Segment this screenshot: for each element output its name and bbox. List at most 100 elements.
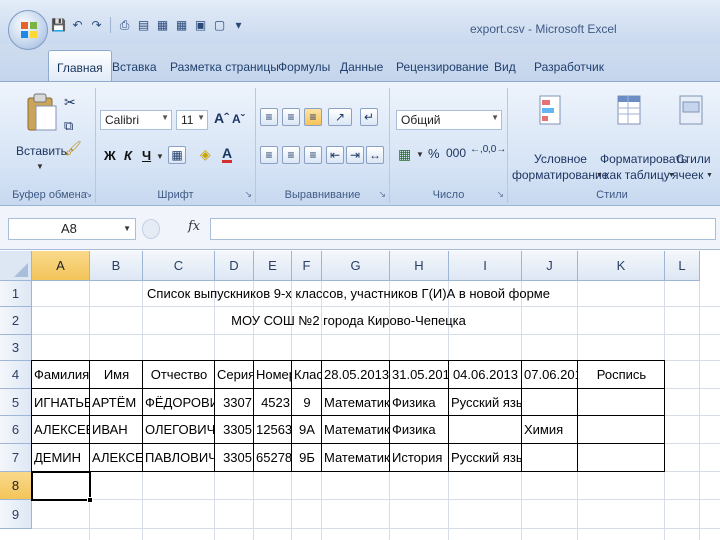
tab-data[interactable]: Данные [334, 56, 389, 78]
table-cell[interactable] [578, 416, 665, 444]
grid-icon[interactable]: ▦ [154, 17, 171, 34]
cell-styles-label1[interactable]: Стили [676, 152, 711, 166]
currency-dropdown-icon[interactable]: ▼ [416, 150, 424, 159]
borders-icon[interactable]: ▦ [168, 146, 186, 164]
table-cell[interactable]: 9Б [292, 444, 322, 472]
paste-special-icon[interactable]: ▣ [192, 17, 209, 34]
header-cell[interactable]: 04.06.2013 [449, 361, 522, 389]
column-header-h[interactable]: H [390, 251, 449, 281]
table-cell[interactable]: Химия [522, 416, 578, 444]
wrap-text-icon[interactable]: ↵ [360, 108, 378, 126]
select-all-button[interactable] [0, 251, 32, 281]
header-cell[interactable]: Отчество [143, 361, 215, 389]
chevron-down-icon[interactable]: ▼ [596, 172, 603, 179]
table-cell[interactable]: АЛЕКСЕЙ [90, 444, 143, 472]
table-cell[interactable]: 3305 [215, 444, 254, 472]
increase-indent-icon[interactable]: ⇥ [346, 146, 364, 164]
copy-icon[interactable]: ⧉ [64, 118, 73, 134]
format-as-table-icon[interactable] [616, 94, 644, 128]
orientation-icon[interactable]: ↗ [328, 108, 352, 126]
table-cell[interactable]: ДЕМИН [32, 444, 90, 472]
table-cell[interactable] [578, 389, 665, 416]
font-color-icon[interactable]: A [222, 146, 233, 163]
tab-page-layout[interactable]: Разметка страницы [164, 56, 285, 78]
conditional-formatting-label2[interactable]: форматирование [512, 168, 608, 182]
table-cell[interactable]: Математика [322, 444, 390, 472]
row-header-9[interactable]: 9 [0, 500, 32, 529]
cell-styles-icon[interactable] [678, 94, 706, 128]
column-header-b[interactable]: B [90, 251, 143, 281]
align-middle-icon[interactable]: ≡ [282, 108, 300, 126]
table-cell[interactable]: 9А [292, 416, 322, 444]
tab-home[interactable]: Главная [48, 50, 112, 82]
decrease-indent-icon[interactable]: ⇤ [326, 146, 344, 164]
row-header-6[interactable]: 6 [0, 416, 32, 444]
tab-developer[interactable]: Разработчик [528, 56, 610, 78]
cut-icon[interactable]: ✂ [64, 94, 76, 111]
header-cell[interactable]: Имя [90, 361, 143, 389]
table-cell[interactable]: 3305 [215, 416, 254, 444]
align-top-icon[interactable]: ≡ [260, 108, 278, 126]
row-header-3[interactable]: 3 [0, 335, 32, 361]
table-cell[interactable]: 4523 [254, 389, 292, 416]
chevron-down-icon[interactable]: ▼ [706, 172, 713, 179]
column-header-i[interactable]: I [449, 251, 522, 281]
worksheet-grid[interactable]: ABCDEFGHIJKL 123456789 Список выпускнико… [0, 251, 720, 540]
table-cell[interactable]: ПАВЛОВИЧ [143, 444, 215, 472]
table-cell[interactable]: Физика [390, 416, 449, 444]
row-header-7[interactable]: 7 [0, 444, 32, 472]
header-cell[interactable]: Фамилия [32, 361, 90, 389]
header-cell[interactable]: Роспись [578, 361, 665, 389]
column-header-g[interactable]: G [322, 251, 390, 281]
format-as-table-label1[interactable]: Форматировать [600, 152, 687, 166]
table-cell[interactable]: АРТЁМ [90, 389, 143, 416]
paste-button-label[interactable]: Вставить [16, 144, 67, 158]
currency-format-icon[interactable]: ▦ [398, 146, 411, 163]
table-cell[interactable]: 9 [292, 389, 322, 416]
header-cell[interactable]: Класс [292, 361, 322, 389]
table-cell[interactable]: ИГНАТЬЕВ [32, 389, 90, 416]
print-icon[interactable]: ▤ [135, 17, 152, 34]
table-cell[interactable]: АЛЕКСЕЕВ [32, 416, 90, 444]
dialog-launcher-icon[interactable]: ↘ [244, 189, 252, 200]
italic-button[interactable]: К [124, 148, 132, 163]
insert-function-button[interactable]: fx [188, 219, 200, 234]
print-preview-icon[interactable]: ⎙ [116, 17, 133, 34]
header-cell[interactable]: 07.06.2013 [522, 361, 578, 389]
comma-style-button[interactable]: 000 [446, 146, 466, 160]
column-header-a[interactable]: A [32, 251, 90, 281]
open-icon[interactable]: ▢ [211, 17, 228, 34]
number-format-select[interactable]: Общий ▼ [396, 110, 502, 130]
table-cell[interactable]: 3307 [215, 389, 254, 416]
format-as-table-label2[interactable]: как таблицу [604, 168, 670, 182]
underline-dropdown-icon[interactable]: ▼ [156, 152, 164, 161]
table-cell[interactable]: Физика [390, 389, 449, 416]
title-cell-line1[interactable]: Список выпускников 9-х классов, участник… [32, 281, 665, 307]
redo-icon[interactable]: ↷ [88, 17, 105, 34]
dialog-launcher-icon[interactable]: ↘ [378, 189, 386, 200]
row-header-4[interactable]: 4 [0, 361, 32, 389]
column-header-l[interactable]: L [665, 251, 700, 281]
column-header-e[interactable]: E [254, 251, 292, 281]
table-cell[interactable] [578, 444, 665, 472]
tab-formulas[interactable]: Формулы [272, 56, 336, 78]
merge-center-icon[interactable]: ↔ [366, 146, 384, 164]
header-cell[interactable]: 31.05.2013 [390, 361, 449, 389]
header-cell[interactable]: Номер [254, 361, 292, 389]
column-header-d[interactable]: D [215, 251, 254, 281]
grow-font-icon[interactable]: Aˆ [214, 110, 229, 126]
decrease-decimal-icon[interactable]: ,0→ [488, 144, 506, 155]
table-cell[interactable]: История [390, 444, 449, 472]
tab-insert[interactable]: Вставка [106, 56, 163, 78]
name-box[interactable]: A8 ▼ [8, 218, 136, 240]
underline-button[interactable]: Ч [142, 148, 151, 163]
row-header-5[interactable]: 5 [0, 389, 32, 416]
conditional-formatting-icon[interactable] [538, 94, 566, 128]
title-cell-line2[interactable]: МОУ СОШ №2 города Кирово-Чепецка [32, 307, 665, 335]
align-left-icon[interactable]: ≡ [260, 146, 278, 164]
save-icon[interactable]: 💾 [50, 17, 67, 34]
table-cell[interactable]: Математика [322, 389, 390, 416]
font-name-select[interactable]: Calibri ▼ [100, 110, 172, 130]
table-cell[interactable]: 652781 [254, 444, 292, 472]
table-cell[interactable]: ОЛЕГОВИЧ [143, 416, 215, 444]
